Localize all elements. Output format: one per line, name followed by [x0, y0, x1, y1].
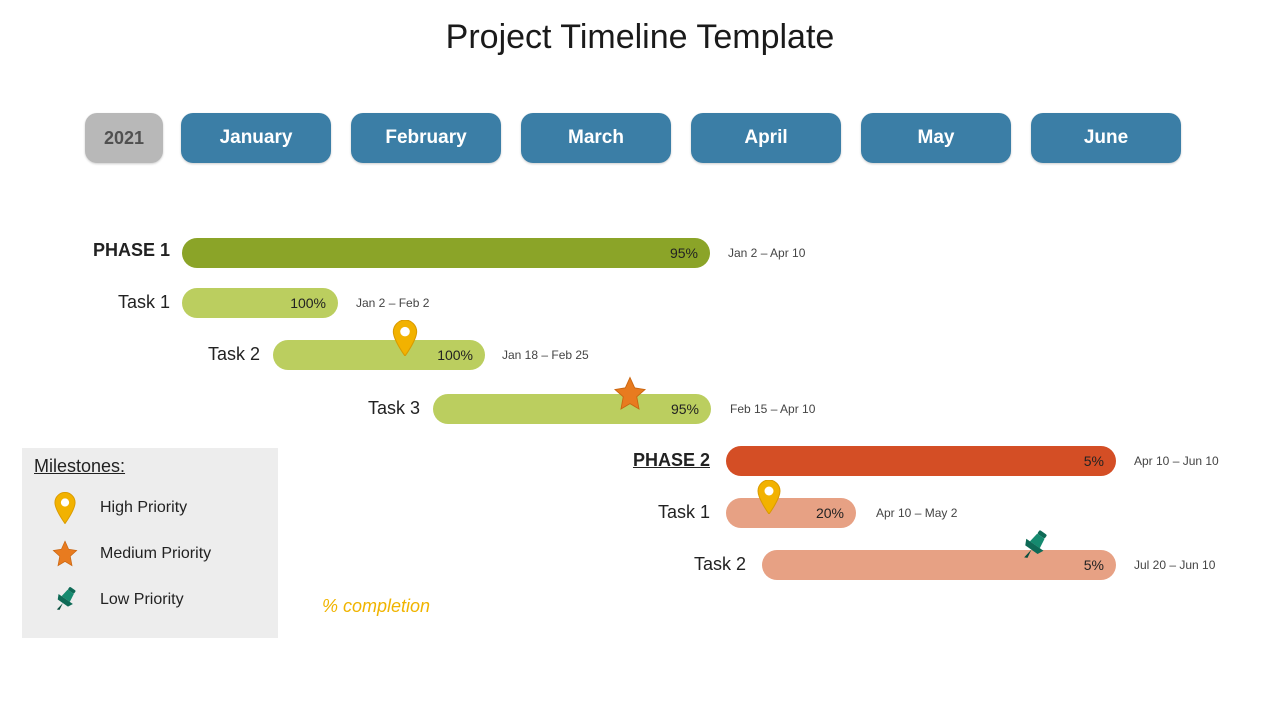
completion-note: % completion	[322, 596, 430, 617]
task2b-dates: Jul 20 – Jun 10	[1134, 558, 1215, 572]
legend-low-label: Low Priority	[100, 591, 184, 609]
legend-high-label: High Priority	[100, 499, 187, 517]
legend-title: Milestones:	[34, 456, 266, 477]
task2b-pct: 5%	[1084, 550, 1104, 580]
phase1-pct: 95%	[670, 238, 698, 268]
phase2-dates: Apr 10 – Jun 10	[1134, 454, 1219, 468]
task1a-bar: 100%	[182, 288, 338, 318]
legend-medium-label: Medium Priority	[100, 545, 211, 563]
pushpin-icon	[1016, 528, 1052, 564]
pin-icon	[40, 492, 90, 524]
task2b-bar: 5%	[762, 550, 1116, 580]
legend-low: Low Priority	[34, 577, 266, 623]
month-march: March	[521, 113, 671, 163]
task1b-pct: 20%	[816, 498, 844, 528]
task1a-pct: 100%	[290, 288, 326, 318]
task1a-dates: Jan 2 – Feb 2	[356, 296, 429, 310]
pin-icon	[757, 480, 781, 514]
task1a-label: Task 1	[0, 292, 170, 313]
legend-box: Milestones: High Priority Medium Priorit…	[22, 448, 278, 638]
year-chip: 2021	[85, 113, 163, 163]
task3a-bar: 95%	[433, 394, 711, 424]
phase1-bar: 95%	[182, 238, 710, 268]
task3a-pct: 95%	[671, 394, 699, 424]
month-april: April	[691, 113, 841, 163]
task2a-label: Task 2	[130, 344, 260, 365]
star-icon	[612, 376, 648, 412]
task1b-dates: Apr 10 – May 2	[876, 506, 957, 520]
legend-medium: Medium Priority	[34, 531, 266, 577]
phase1-label: PHASE 1	[0, 240, 170, 261]
legend-high: High Priority	[34, 485, 266, 531]
month-january: January	[181, 113, 331, 163]
pushpin-icon	[40, 585, 90, 615]
task2a-bar: 100%	[273, 340, 485, 370]
task3a-label: Task 3	[280, 398, 420, 419]
task2b-label: Task 2	[602, 554, 746, 575]
star-icon	[40, 540, 90, 568]
phase2-pct: 5%	[1084, 446, 1104, 476]
task3a-dates: Feb 15 – Apr 10	[730, 402, 815, 416]
task1b-label: Task 1	[566, 502, 710, 523]
task1b-bar: 20%	[726, 498, 856, 528]
task2a-pct: 100%	[437, 340, 473, 370]
phase1-dates: Jan 2 – Apr 10	[728, 246, 805, 260]
task2a-dates: Jan 18 – Feb 25	[502, 348, 589, 362]
month-may: May	[861, 113, 1011, 163]
phase2-bar: 5%	[726, 446, 1116, 476]
phase2-label: PHASE 2	[540, 450, 710, 471]
month-june: June	[1031, 113, 1181, 163]
month-february: February	[351, 113, 501, 163]
pin-icon	[392, 320, 418, 356]
page-title: Project Timeline Template	[0, 18, 1280, 57]
